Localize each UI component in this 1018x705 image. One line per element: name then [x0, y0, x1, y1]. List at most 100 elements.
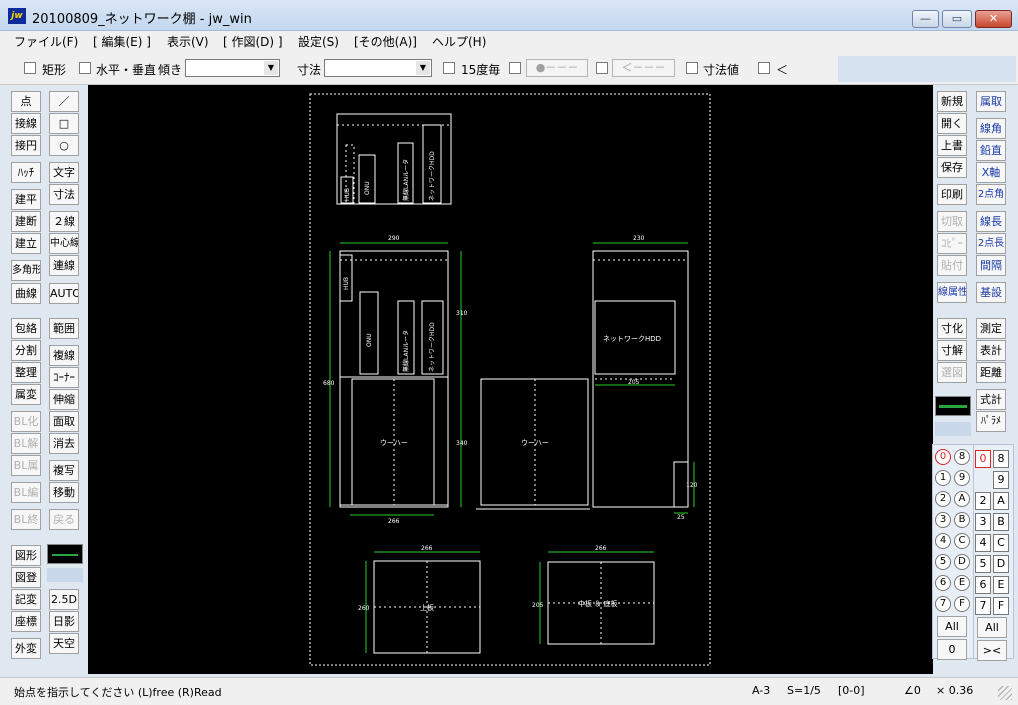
menu-draw[interactable]: [ 作図(D) ]: [223, 33, 283, 50]
tool-circle[interactable]: ○: [49, 135, 79, 156]
arrow-checkbox[interactable]: [596, 62, 608, 74]
tool-interval[interactable]: 間隔: [976, 255, 1006, 276]
layer-6[interactable]: 6: [975, 576, 991, 594]
layer-group-all-button[interactable]: All: [937, 616, 967, 637]
lt-checkbox[interactable]: [758, 62, 770, 74]
tool-copy[interactable]: 複写: [49, 460, 79, 481]
menu-edit[interactable]: [ 編集(E) ]: [93, 33, 151, 50]
tool-move[interactable]: 移動: [49, 482, 79, 503]
close-button[interactable]: ✕: [975, 10, 1012, 28]
line-type-swatch[interactable]: [47, 544, 83, 564]
maximize-button[interactable]: ▭: [942, 10, 972, 28]
layer-x-button[interactable]: ><: [977, 640, 1007, 661]
layer-0[interactable]: 0: [975, 450, 991, 468]
tool-plan[interactable]: 建平: [11, 189, 41, 210]
layer-group-2[interactable]: 2: [935, 491, 951, 507]
tool-erase[interactable]: 消去: [49, 433, 79, 454]
tool-auto[interactable]: AUTO: [49, 283, 79, 304]
hv-checkbox[interactable]: [79, 62, 91, 74]
layer-4[interactable]: 4: [975, 534, 991, 552]
tool-distance[interactable]: 距離: [976, 362, 1006, 383]
layer-group-9[interactable]: 9: [954, 470, 970, 486]
tool-line-attr[interactable]: 線属性: [937, 282, 967, 303]
tool-bl-make[interactable]: BL化: [11, 411, 41, 432]
layer-group-6[interactable]: 6: [935, 575, 951, 591]
tool-offset[interactable]: 複線: [49, 345, 79, 366]
status-layer[interactable]: [0-0]: [838, 684, 865, 697]
layer-group-c[interactable]: C: [954, 533, 970, 549]
menu-other[interactable]: [その他(A)]: [354, 33, 417, 50]
tool-base-set[interactable]: 基設: [976, 282, 1006, 303]
tool-x-axis[interactable]: X軸: [976, 162, 1006, 183]
tool-attr-take[interactable]: 属取: [976, 91, 1006, 112]
tool-formula-calc[interactable]: 式計: [976, 389, 1006, 410]
tool-save[interactable]: 保存: [937, 157, 967, 178]
tool-dim-break[interactable]: 寸解: [937, 340, 967, 361]
tool-2-5d[interactable]: 2.5D: [49, 589, 79, 610]
minimize-button[interactable]: —: [912, 10, 939, 28]
tool-line[interactable]: ／: [49, 91, 79, 112]
status-scale[interactable]: S=1/5: [787, 684, 821, 697]
tool-dim-make[interactable]: 寸化: [937, 318, 967, 339]
tool-connect[interactable]: 連線: [49, 255, 79, 276]
tool-copy-clip[interactable]: ｺﾋﾟｰ: [937, 233, 967, 254]
arrow-button[interactable]: ＜－－－: [612, 59, 675, 77]
layer-group-zero-button[interactable]: 0: [937, 639, 967, 660]
layer-7[interactable]: 7: [975, 597, 991, 615]
layer-b[interactable]: B: [993, 513, 1009, 531]
dimval-checkbox[interactable]: [686, 62, 698, 74]
tool-elevation[interactable]: 建立: [11, 233, 41, 254]
tool-tangent[interactable]: 接線: [11, 113, 41, 134]
tool-centerline[interactable]: 中心線: [49, 233, 79, 254]
tool-table-calc[interactable]: 表計: [976, 340, 1006, 361]
status-angle[interactable]: ∠0: [904, 684, 921, 697]
layer-group-7[interactable]: 7: [935, 596, 951, 612]
tool-2pt-length[interactable]: 2点長: [976, 233, 1006, 254]
tool-paste[interactable]: 貼付: [937, 255, 967, 276]
menu-file[interactable]: ファイル(F): [14, 33, 78, 50]
tool-text-change[interactable]: 記変: [11, 589, 41, 610]
layer-group-8[interactable]: 8: [954, 449, 970, 465]
tool-dimension[interactable]: 寸法: [49, 184, 79, 205]
resize-grip-icon[interactable]: [998, 686, 1012, 700]
layer-group-5[interactable]: 5: [935, 554, 951, 570]
tool-polygon[interactable]: 多角形: [11, 260, 41, 281]
layer-3[interactable]: 3: [975, 513, 991, 531]
tool-overwrite[interactable]: 上書: [937, 135, 967, 156]
layer-group-f[interactable]: F: [954, 596, 970, 612]
layer-e[interactable]: E: [993, 576, 1009, 594]
layer-group-3[interactable]: 3: [935, 512, 951, 528]
layer-group-4[interactable]: 4: [935, 533, 951, 549]
layer-group-b[interactable]: B: [954, 512, 970, 528]
status-zoom[interactable]: × 0.36: [936, 684, 973, 697]
tool-bl-edit[interactable]: BL編: [11, 482, 41, 503]
layer-all-button[interactable]: All: [977, 617, 1007, 638]
layer-group-0[interactable]: 0: [935, 449, 951, 465]
drawing-canvas[interactable]: 290 230 680 310 340 266 205 120 25 266 2…: [88, 85, 933, 674]
tool-undo[interactable]: 戻る: [49, 509, 79, 530]
tool-vertical[interactable]: 鉛直: [976, 140, 1006, 161]
tool-figure-register[interactable]: 図登: [11, 567, 41, 588]
menu-help[interactable]: ヘルプ(H): [432, 33, 486, 50]
menu-settings[interactable]: 設定(S): [298, 33, 339, 50]
tool-text[interactable]: 文字: [49, 162, 79, 183]
layer-group-a[interactable]: A: [954, 491, 970, 507]
tool-bl-break[interactable]: BL解: [11, 433, 41, 454]
tool-line-angle[interactable]: 線角: [976, 118, 1006, 139]
tool-hatch[interactable]: ﾊｯﾁ: [11, 162, 41, 183]
tool-measure[interactable]: 測定: [976, 318, 1006, 339]
rect-checkbox[interactable]: [24, 62, 36, 74]
point-checkbox[interactable]: [509, 62, 521, 74]
tool-bl-end[interactable]: BL終: [11, 509, 41, 530]
tool-2pt-angle[interactable]: 2点角: [976, 184, 1006, 205]
tool-chamfer[interactable]: 面取: [49, 411, 79, 432]
layer-8[interactable]: 8: [993, 450, 1009, 468]
tool-open[interactable]: 開く: [937, 113, 967, 134]
dim-combo[interactable]: ▼: [324, 59, 432, 77]
deg15-checkbox[interactable]: [443, 62, 455, 74]
layer-f[interactable]: F: [993, 597, 1009, 615]
tool-bl-attr[interactable]: BL属: [11, 455, 41, 476]
layer-group-e[interactable]: E: [954, 575, 970, 591]
tool-curve[interactable]: 曲線: [11, 283, 41, 304]
point-button[interactable]: ●－－－: [526, 59, 588, 77]
